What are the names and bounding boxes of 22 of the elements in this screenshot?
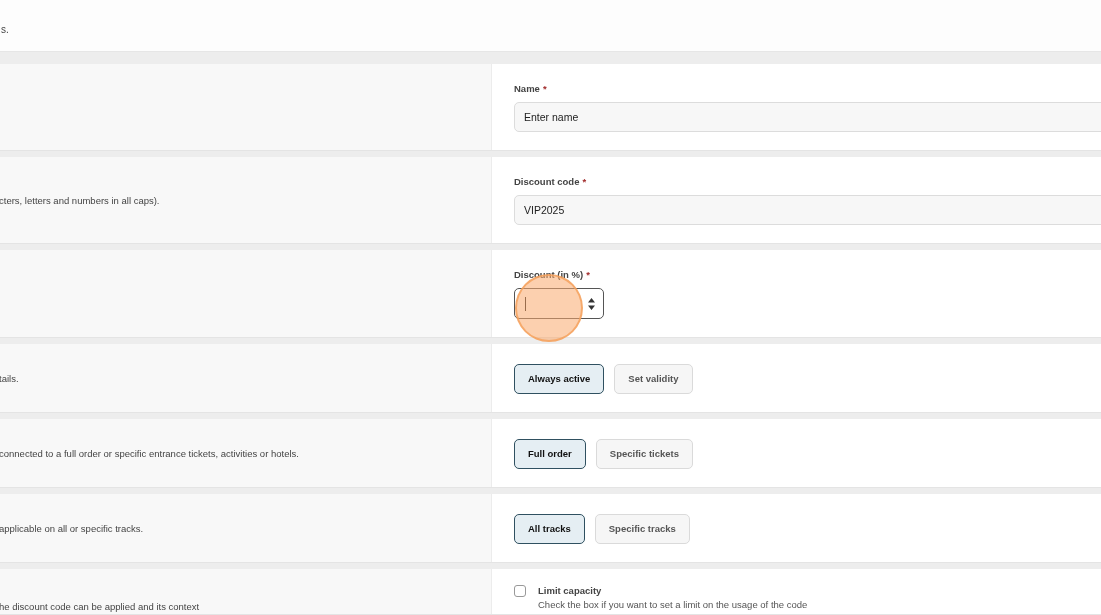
option-button[interactable]: All tracks <box>514 513 585 544</box>
section-description: tails. <box>0 372 19 384</box>
section-description: connected to a full order or specific entrance tickets, activities or hotels. <box>0 447 299 459</box>
checkbox-hint: Check the box if you want to set a limit on the usage of the code <box>538 599 808 610</box>
field-label: Discount (in %) * <box>514 269 591 280</box>
section-description: applicable on all or specific tracks. <box>0 522 144 534</box>
text-field[interactable]: VIP2025 <box>514 195 1101 225</box>
checkbox[interactable] <box>514 585 526 597</box>
text-field[interactable]: Enter name <box>514 102 1101 132</box>
checkbox-label: Limit capacity <box>538 585 603 596</box>
number-field[interactable] <box>514 288 604 319</box>
section-description: he discount code can be applied and its context <box>0 601 200 612</box>
option-button[interactable]: Specific tickets <box>595 438 693 469</box>
option-button[interactable]: Set validity <box>614 363 693 394</box>
section-description: cters, letters and numbers in all caps). <box>0 194 160 206</box>
option-button[interactable]: Specific tracks <box>594 513 690 544</box>
spinner-icon[interactable] <box>588 297 595 310</box>
field-label: Discount code * <box>514 176 588 187</box>
option-button[interactable]: Always active <box>514 363 605 394</box>
field-label: Name * <box>514 83 548 94</box>
option-button[interactable]: Full order <box>514 438 586 469</box>
header-text: s. <box>1 24 9 35</box>
